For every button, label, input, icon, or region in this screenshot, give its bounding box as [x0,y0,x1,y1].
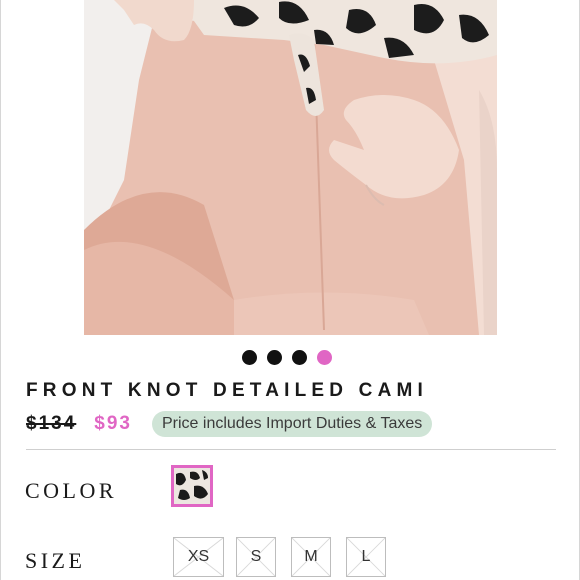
sale-price: $93 [94,413,132,434]
color-swatch-selected[interactable] [171,465,213,507]
size-option-s[interactable]: S [236,537,276,577]
original-price: $134 [26,413,77,434]
size-option-xs[interactable]: XS [173,537,224,577]
carousel-dot-2[interactable] [267,350,282,365]
duties-badge: Price includes Import Duties & Taxes [151,411,433,437]
section-divider [26,449,556,450]
size-option-label: L [361,548,371,565]
size-label: SIZE [25,548,86,573]
carousel-indicators [242,350,332,365]
product-image[interactable] [84,0,497,335]
size-option-label: M [304,548,318,565]
left-border [0,0,1,580]
size-option-m[interactable]: M [291,537,331,577]
product-photo-illustration [84,0,497,335]
size-option-l[interactable]: L [346,537,386,577]
carousel-dot-3[interactable] [292,350,307,365]
carousel-dot-4-active[interactable] [317,350,332,365]
product-title: FRONT KNOT DETAILED CAMI [26,380,429,401]
size-option-label: XS [187,548,210,565]
size-option-label: S [250,548,262,565]
carousel-dot-1[interactable] [242,350,257,365]
price-row: $134 $93 Price includes Import Duties & … [26,410,433,438]
color-label: COLOR [25,478,118,503]
cow-print-swatch-icon [174,468,210,504]
